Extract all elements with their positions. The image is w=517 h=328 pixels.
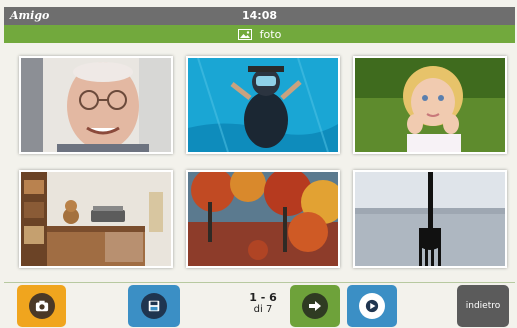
page-title: foto bbox=[259, 27, 282, 41]
photo-thumbnail-5[interactable] bbox=[186, 170, 340, 268]
pager: 1 - 6 di 7 bbox=[238, 291, 288, 316]
photo-thumbnail-1[interactable] bbox=[19, 56, 173, 154]
page-total: di 7 bbox=[253, 304, 273, 316]
camera-icon bbox=[28, 293, 55, 319]
title-bar: foto bbox=[4, 25, 515, 43]
photo-room-shelves bbox=[21, 172, 171, 266]
status-bar: Amigo 14:08 bbox=[4, 7, 515, 25]
image-icon bbox=[237, 28, 252, 40]
page-range: 1 - 6 bbox=[249, 291, 277, 304]
photo-elderly-man bbox=[21, 58, 171, 152]
save-icon bbox=[141, 293, 167, 319]
next-page-button[interactable] bbox=[290, 285, 340, 327]
photo-thumbnail-3[interactable] bbox=[353, 56, 507, 154]
save-button[interactable] bbox=[128, 285, 180, 327]
photo-little-girl bbox=[355, 58, 505, 152]
back-button[interactable]: indietro bbox=[457, 285, 509, 327]
arrow-right-icon bbox=[302, 293, 328, 319]
photo-thumbnail-4[interactable] bbox=[19, 170, 173, 268]
photo-thumbnail-6[interactable] bbox=[353, 170, 507, 268]
photo-autumn-trees bbox=[188, 172, 338, 266]
photo-fork-lake bbox=[355, 172, 505, 266]
play-icon bbox=[359, 293, 385, 319]
camera-button[interactable] bbox=[17, 285, 66, 327]
slideshow-play-button[interactable] bbox=[347, 285, 397, 327]
photo-thumbnail-2[interactable] bbox=[186, 56, 340, 154]
photo-scuba-diver bbox=[188, 58, 338, 152]
back-button-label: indietro bbox=[465, 301, 501, 311]
clock: 14:08 bbox=[241, 9, 277, 22]
